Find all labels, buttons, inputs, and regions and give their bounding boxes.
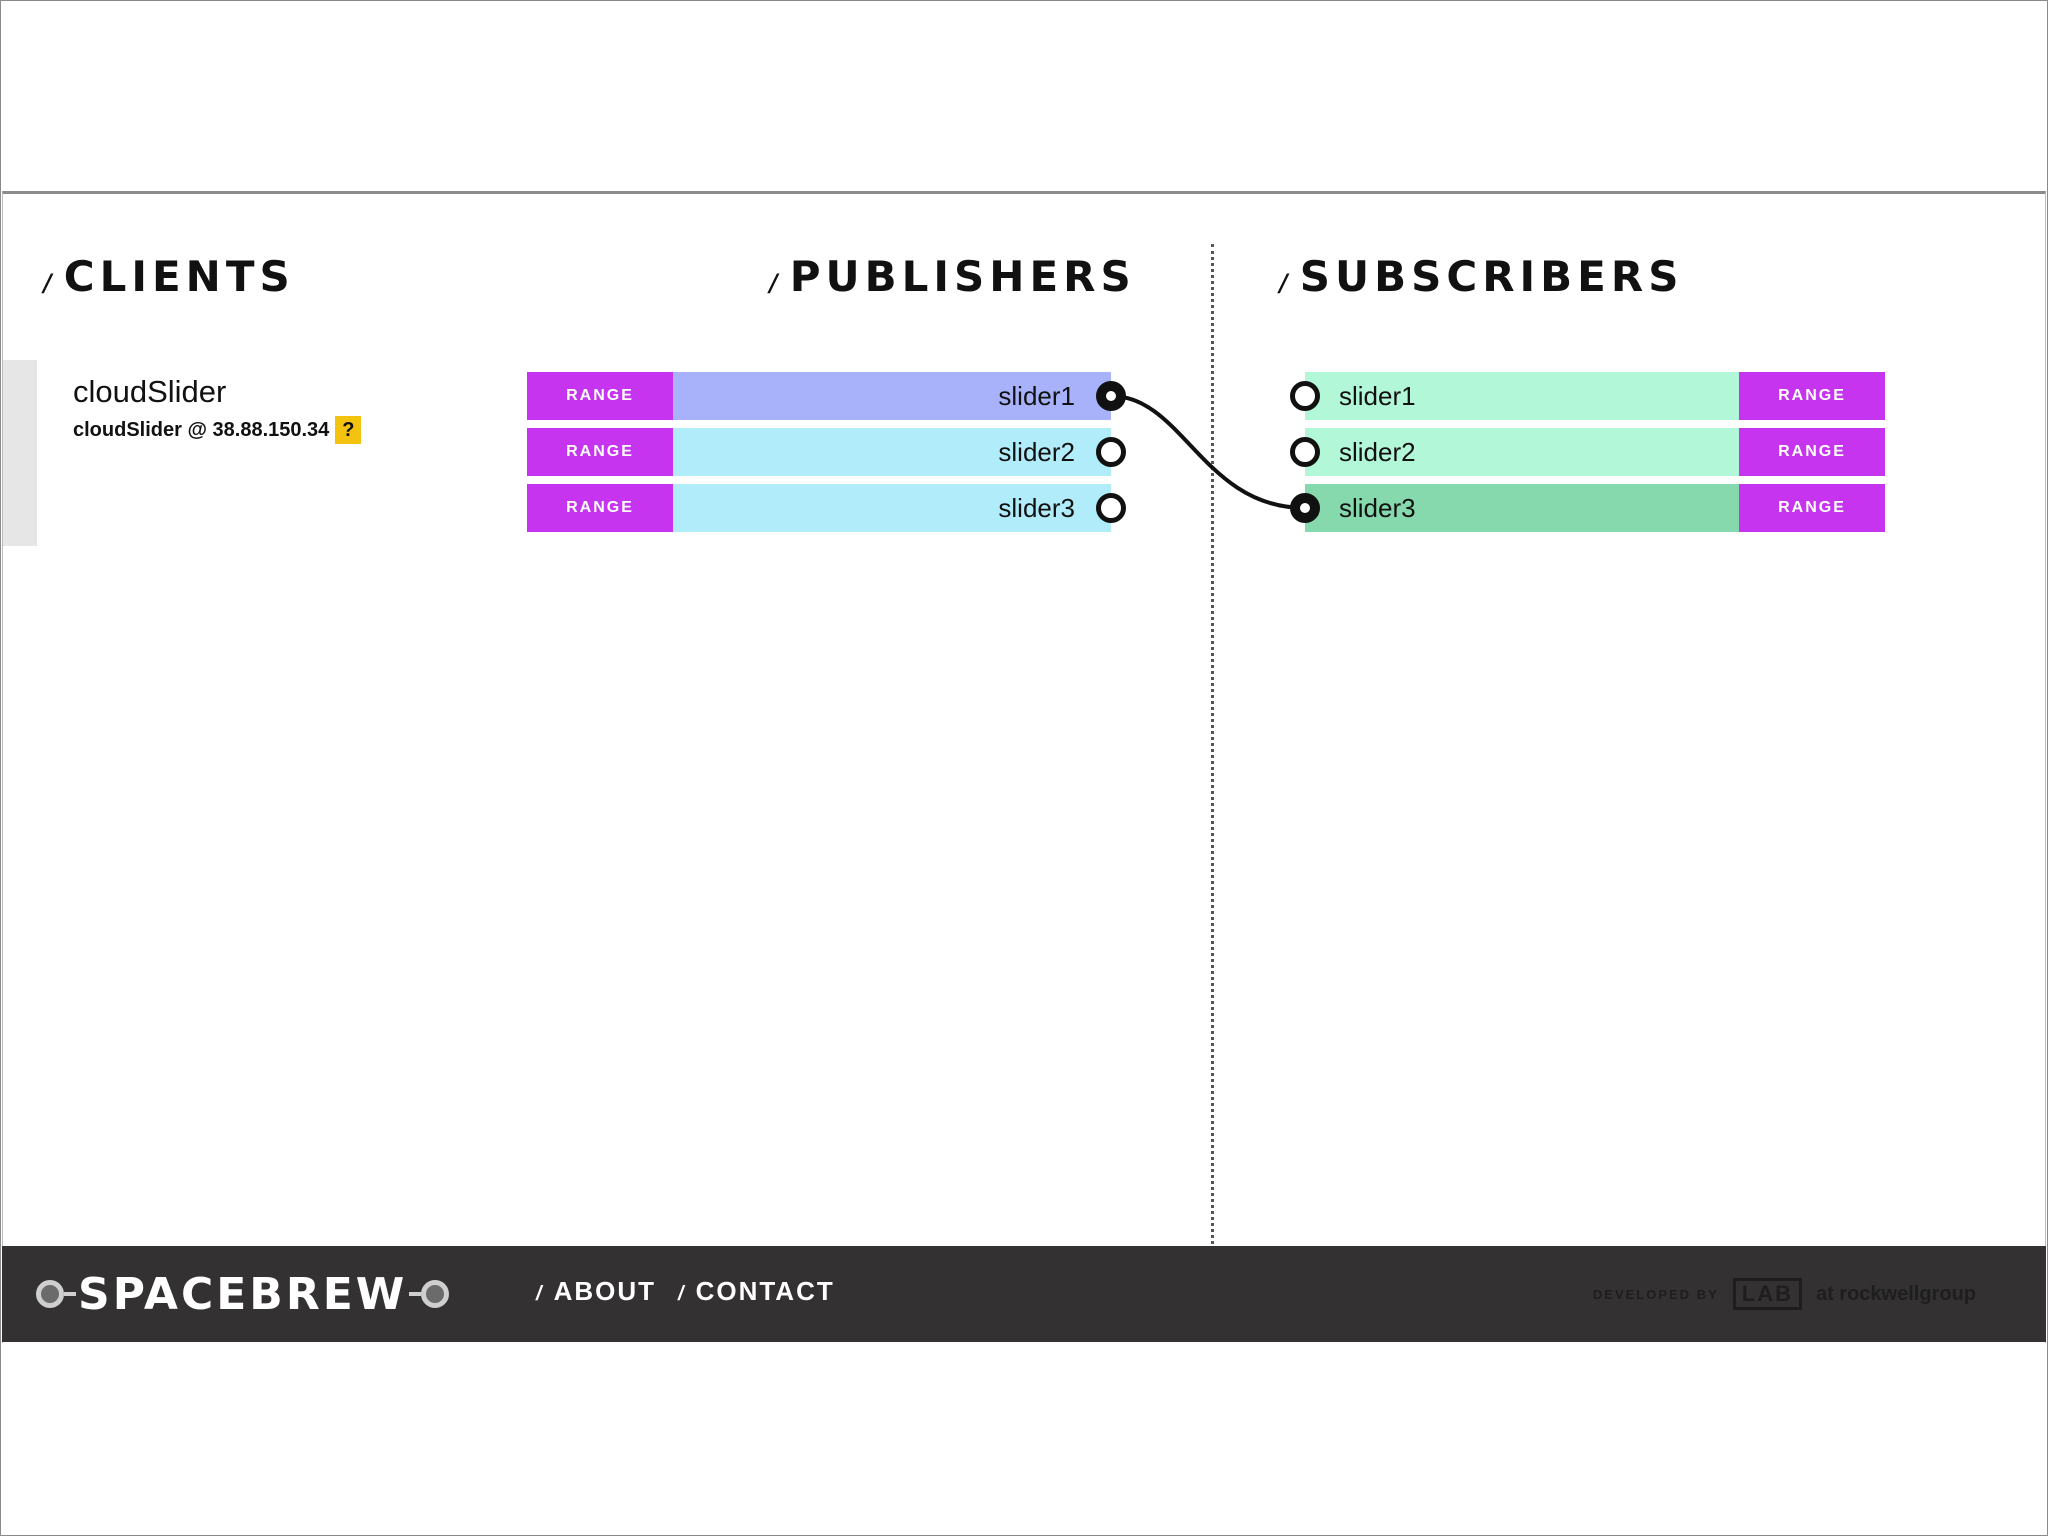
subscriber-connector-icon[interactable] xyxy=(1290,437,1320,467)
subscriber-connector-icon[interactable] xyxy=(1290,381,1320,411)
subscriber-row-slider1[interactable]: slider1 RANGE xyxy=(1305,372,1885,420)
publishers-heading-label: PUBLISHERS xyxy=(789,252,1136,301)
client-help-button[interactable]: ? xyxy=(335,416,362,444)
publisher-connector-icon[interactable] xyxy=(1096,381,1126,411)
route-line[interactable] xyxy=(1110,394,1306,510)
heading-slash: / xyxy=(766,269,781,297)
publisher-connector-icon[interactable] xyxy=(1096,437,1126,467)
logo-node-icon xyxy=(36,1280,64,1308)
subscriber-name: slider1 xyxy=(1305,372,1739,420)
publisher-name: slider2 xyxy=(673,428,1111,476)
credit-prefix: DEVELOPED BY xyxy=(1592,1286,1719,1302)
logo-line xyxy=(409,1292,422,1296)
logo-node-icon xyxy=(421,1280,450,1308)
subscriber-row-slider3[interactable]: slider3 RANGE xyxy=(1305,484,1885,532)
publisher-type-badge: RANGE xyxy=(527,484,673,532)
lab-logo: LAB xyxy=(1732,1278,1802,1310)
publisher-name: slider3 xyxy=(673,484,1111,532)
link-slash: / xyxy=(678,1283,686,1305)
subscribers-heading: / SUBSCRIBERS xyxy=(1276,252,1684,301)
contact-link-label: CONTACT xyxy=(695,1276,835,1306)
route-connection xyxy=(1110,394,1306,510)
heading-slash: / xyxy=(1276,269,1291,297)
developer-credit[interactable]: DEVELOPED BY LAB at rockwellgroup xyxy=(1593,1278,1976,1310)
about-link[interactable]: / ABOUT xyxy=(536,1276,656,1307)
subscriber-type-badge: RANGE xyxy=(1739,428,1885,476)
spacebrew-admin: / CLIENTS / PUBLISHERS / SUBSCRIBERS cloudS… xyxy=(2,191,2046,1343)
publisher-row-slider2[interactable]: RANGE slider2 xyxy=(527,428,1111,476)
publisher-row-slider1[interactable]: RANGE slider1 xyxy=(527,372,1111,420)
logo-text: SPACEBREW xyxy=(78,1268,408,1320)
subscriber-row-slider2[interactable]: slider2 RANGE xyxy=(1305,428,1885,476)
column-divider xyxy=(1211,244,1214,1244)
subscriber-name: slider2 xyxy=(1305,428,1739,476)
about-link-label: ABOUT xyxy=(553,1276,656,1306)
client-name[interactable]: cloudSlider xyxy=(73,374,226,410)
subscribers-heading-label: SUBSCRIBERS xyxy=(1299,252,1684,301)
subscriber-type-badge: RANGE xyxy=(1739,372,1885,420)
publisher-connector-icon[interactable] xyxy=(1096,493,1126,523)
clients-heading: / CLIENTS xyxy=(40,252,295,301)
client-selection-marker[interactable] xyxy=(3,360,37,546)
subscriber-type-badge: RANGE xyxy=(1739,484,1885,532)
publisher-name: slider1 xyxy=(673,372,1111,420)
publisher-type-badge: RANGE xyxy=(527,428,673,476)
logo-line xyxy=(64,1292,76,1296)
heading-slash: / xyxy=(40,269,55,297)
link-slash: / xyxy=(536,1283,544,1305)
publisher-type-badge: RANGE xyxy=(527,372,673,420)
client-address-text: cloudSlider @ 38.88.150.34 xyxy=(73,418,330,441)
credit-suffix: at rockwellgroup xyxy=(1815,1282,1976,1305)
contact-link[interactable]: / CONTACT xyxy=(678,1276,835,1307)
footer-bar: SPACEBREW / ABOUT / CONTACT DEVELOPED BY L… xyxy=(2,1246,2046,1342)
subscriber-name: slider3 xyxy=(1305,484,1739,532)
clients-heading-label: CLIENTS xyxy=(63,252,295,301)
publisher-row-slider3[interactable]: RANGE slider3 xyxy=(527,484,1111,532)
client-address: cloudSlider @ 38.88.150.34 ? xyxy=(73,416,362,444)
subscriber-connector-icon[interactable] xyxy=(1290,493,1320,523)
spacebrew-logo[interactable]: SPACEBREW xyxy=(36,1266,450,1322)
publishers-heading: / PUBLISHERS xyxy=(766,252,1136,301)
